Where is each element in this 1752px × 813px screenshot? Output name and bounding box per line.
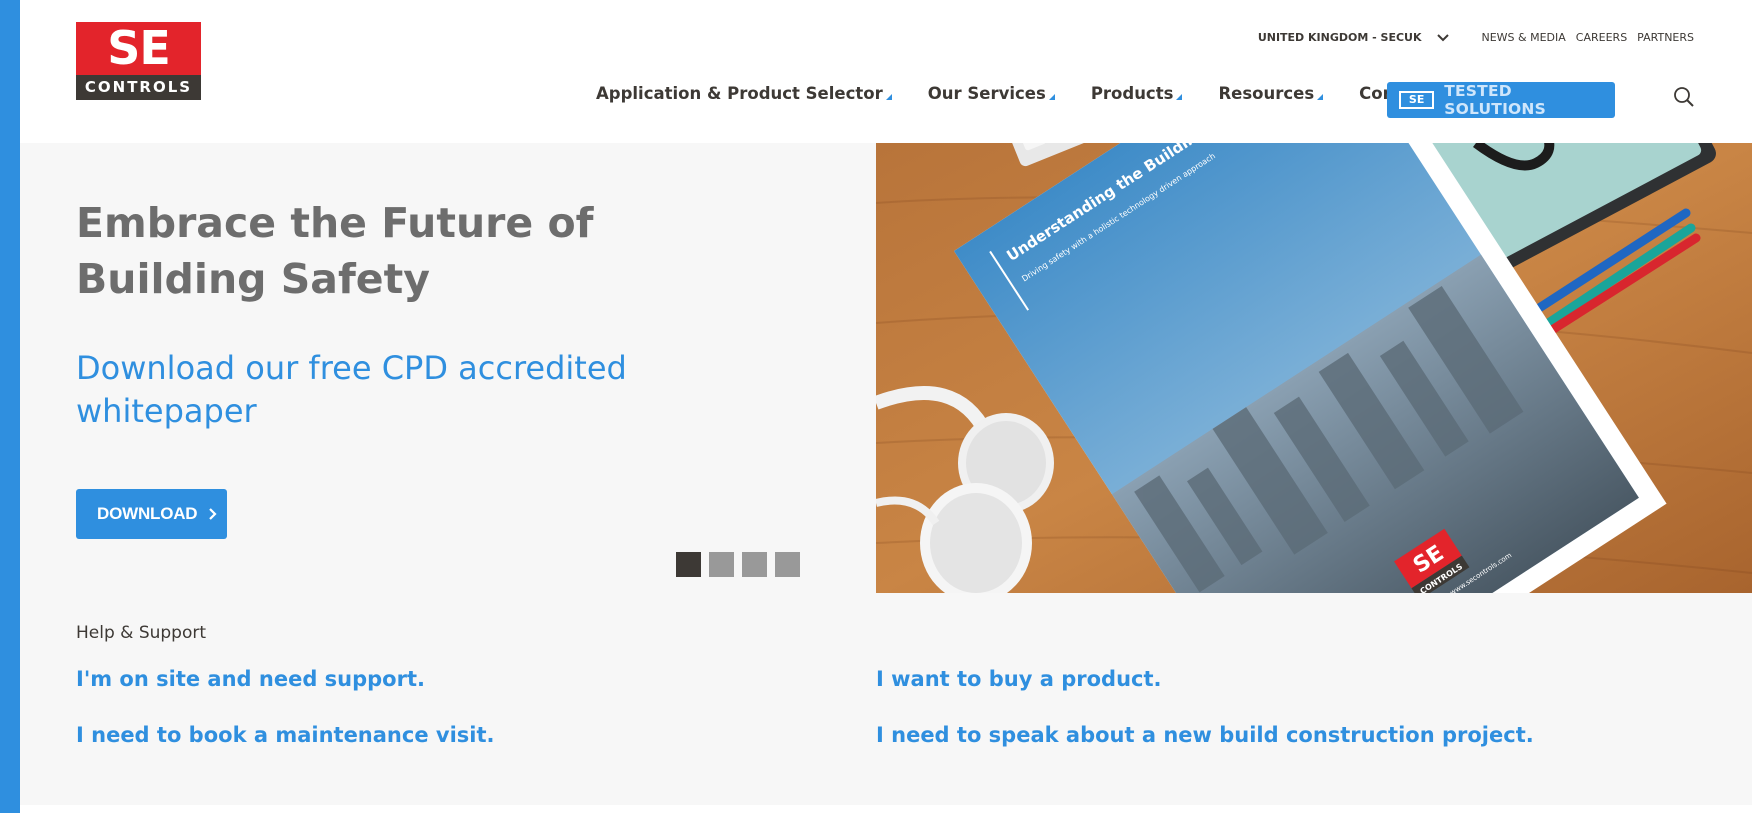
dropdown-indicator-icon	[1048, 94, 1055, 100]
region-selector[interactable]: UNITED KINGDOM - SECUK	[1258, 30, 1450, 44]
hero-subtitle: Download our free CPD accredited whitepa…	[76, 349, 627, 430]
utility-nav: UNITED KINGDOM - SECUK NEWS & MEDIA CARE…	[1258, 30, 1694, 44]
slider-pagination	[676, 552, 808, 577]
slide-dot-4[interactable]	[775, 552, 800, 577]
dropdown-indicator-icon	[1176, 94, 1183, 100]
chevron-right-icon	[209, 508, 217, 520]
slide-dot-3[interactable]	[742, 552, 767, 577]
main-nav: Application & Product Selector Our Servi…	[596, 84, 1431, 103]
nav-resources[interactable]: Resources	[1218, 84, 1324, 103]
whitepaper-photo: Understanding the Building Safety Act Dr…	[876, 143, 1752, 593]
hero-image: Understanding the Building Safety Act Dr…	[876, 143, 1752, 593]
footer-strip	[20, 805, 1752, 813]
logo-wordmark: CONTROLS	[76, 75, 201, 100]
tested-solutions-label: TESTED SOLUTIONS	[1444, 82, 1546, 118]
nav-application-product-selector[interactable]: Application & Product Selector	[596, 84, 892, 103]
help-link-on-site-support[interactable]: I'm on site and need support.	[76, 667, 425, 691]
logo-mark: SE	[76, 22, 201, 75]
nav-our-services[interactable]: Our Services	[928, 84, 1055, 103]
search-icon[interactable]	[1673, 86, 1695, 108]
dropdown-indicator-icon	[1317, 94, 1324, 100]
nav-label: Our Services	[927, 84, 1046, 103]
tested-solutions-button[interactable]: SE TESTED SOLUTIONS	[1387, 82, 1615, 118]
careers-link[interactable]: CAREERS	[1576, 31, 1627, 44]
hero-title: Embrace the Future of Building Safety	[76, 199, 594, 303]
download-button[interactable]: DOWNLOAD	[76, 489, 227, 539]
help-link-maintenance-visit[interactable]: I need to book a maintenance visit.	[76, 723, 494, 747]
nav-label: Resources	[1218, 84, 1315, 103]
partners-link[interactable]: PARTNERS	[1637, 31, 1694, 44]
site-header: SE CONTROLS UNITED KINGDOM - SECUK NEWS …	[20, 0, 1752, 143]
slide-dot-2[interactable]	[709, 552, 734, 577]
se-controls-logo[interactable]: SE CONTROLS	[76, 22, 201, 100]
dropdown-indicator-icon	[885, 94, 892, 100]
region-label: UNITED KINGDOM - SECUK	[1257, 30, 1422, 44]
nav-label: Application & Product Selector	[596, 84, 883, 103]
nav-label: Products	[1090, 84, 1174, 103]
slide-dot-1[interactable]	[676, 552, 701, 577]
page: SE CONTROLS UNITED KINGDOM - SECUK NEWS …	[0, 0, 1752, 813]
left-accent-bar	[0, 0, 20, 813]
download-label: DOWNLOAD	[97, 504, 198, 523]
hero-panel: Embrace the Future of Building Safety Do…	[20, 143, 876, 593]
help-support-section: Help & Support I'm on site and need supp…	[20, 593, 1752, 805]
news-media-link[interactable]: NEWS & MEDIA	[1482, 31, 1566, 44]
help-heading: Help & Support	[76, 623, 207, 643]
help-link-buy-product[interactable]: I want to buy a product.	[876, 667, 1162, 691]
chevron-down-icon	[1436, 34, 1449, 42]
nav-products[interactable]: Products	[1091, 84, 1183, 103]
help-link-new-build-project[interactable]: I need to speak about a new build constr…	[876, 723, 1534, 747]
se-logo-icon: SE	[1399, 91, 1435, 109]
